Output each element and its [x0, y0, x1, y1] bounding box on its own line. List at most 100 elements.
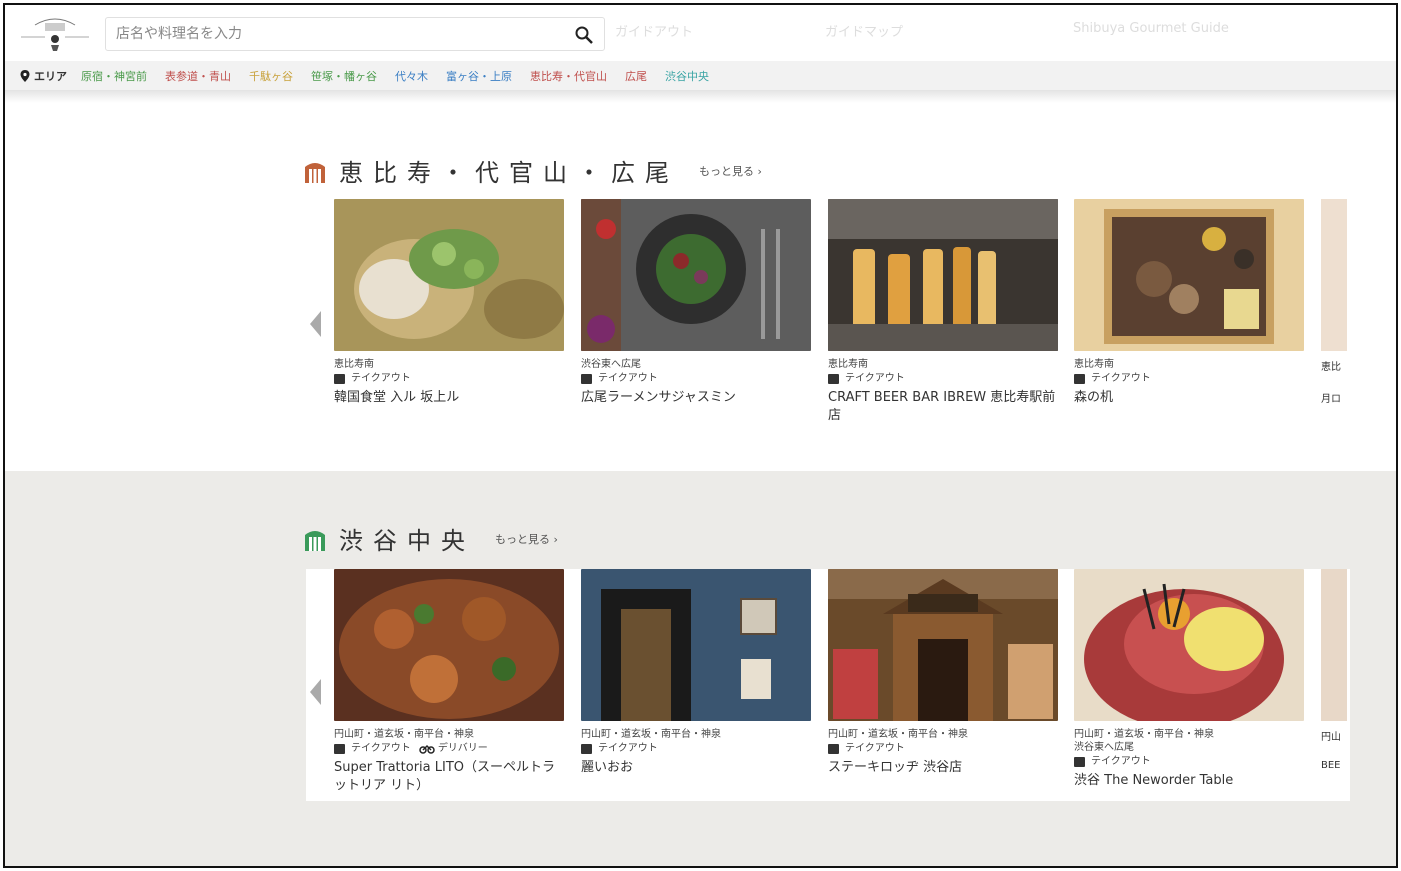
food-photo: [828, 569, 1058, 721]
site-logo[interactable]: [15, 11, 95, 53]
see-more-link[interactable]: もっと見る ›: [699, 163, 762, 179]
restaurant-card[interactable]: 恵比寿南 テイクアウト 森の机: [1074, 199, 1304, 407]
restaurant-card[interactable]: 円山町・道玄坂・南平台・神泉 テイクアウト デリバリー Super Tratto…: [334, 569, 564, 795]
restaurant-name: 月ロ: [1321, 394, 1341, 405]
takeout-tag: テイクアウト: [581, 371, 811, 386]
takeout-tag: テイクアウト: [1074, 754, 1304, 769]
food-photo: [1074, 569, 1304, 721]
restaurant-card[interactable]: 円山町・道玄坂・南平台・神泉 テイクアウト 麗いおお: [581, 569, 811, 777]
food-photo: [334, 199, 564, 351]
faded-nav-3: Shibuya Gourmet Guide: [1073, 21, 1229, 36]
takeout-label: テイクアウト: [1091, 756, 1151, 767]
bag-icon: [1074, 756, 1085, 767]
area-text: 円山町・道玄坂・南平台・神泉: [581, 729, 721, 740]
location-pin-icon: [20, 69, 30, 82]
area-text-secondary: 渋谷東へ広尾: [1074, 742, 1134, 753]
restaurant-name: 韓国食堂 入ル 坂上ル: [334, 390, 460, 405]
area-text: 円山: [1321, 732, 1341, 743]
area-text: 恵比寿南: [334, 359, 374, 370]
restaurant-card-partial[interactable]: 恵比 月ロ: [1321, 199, 1347, 405]
takeout-label: テイクアウト: [845, 743, 905, 754]
takeout-tag: テイクアウト: [828, 741, 1058, 756]
area-building-icon: [305, 530, 325, 551]
takeout-tag: テイクアウト: [1074, 371, 1304, 386]
restaurant-card[interactable]: 円山町・道玄坂・南平台・神泉 テイクアウト ステーキロッヂ 渋谷店: [828, 569, 1058, 777]
area-link-yoyogi[interactable]: 代々木: [395, 68, 428, 84]
area-text: 円山町・道玄坂・南平台・神泉: [828, 729, 968, 740]
area-text: 円山町・道玄坂・南平台・神泉: [334, 729, 474, 740]
restaurant-name: CRAFT BEER BAR IBREW 恵比寿駅前店: [828, 390, 1056, 423]
area-link-hiroo[interactable]: 広尾: [625, 68, 647, 84]
area-text: 恵比寿南: [1074, 359, 1114, 370]
area-link-harajuku[interactable]: 原宿・神宮前: [81, 68, 147, 84]
see-more-link[interactable]: もっと見る ›: [495, 531, 558, 547]
takeout-label: テイクアウト: [351, 373, 411, 384]
search-icon[interactable]: [574, 25, 594, 45]
carousel-prev-icon[interactable]: [307, 307, 325, 341]
section-title: 恵比寿・代官山・広尾: [339, 159, 679, 187]
area-link-ebisu[interactable]: 恵比寿・代官山: [530, 68, 607, 84]
food-photo: [334, 569, 564, 721]
section-title: 渋谷中央: [339, 527, 475, 555]
section-title-row: 恵比寿・代官山・広尾 もっと見る ›: [303, 153, 762, 188]
takeout-tag: テイクアウト: [828, 371, 1058, 386]
area-text: 恵比: [1321, 362, 1341, 373]
section-title-row: 渋谷中央 もっと見る ›: [303, 521, 558, 556]
area-link-sendagaya[interactable]: 千駄ヶ谷: [249, 68, 293, 84]
bag-icon: [334, 373, 345, 384]
restaurant-name: 森の机: [1074, 390, 1114, 405]
browser-frame: ガイドアウト ガイドマップ Shibuya Gourmet Guide エリア …: [3, 3, 1398, 868]
takeout-label: テイクアウト: [1091, 373, 1151, 384]
faded-nav-1: ガイドアウト: [615, 25, 694, 40]
carousel-prev-icon[interactable]: [307, 675, 325, 709]
area-link-omotesando[interactable]: 表参道・青山: [165, 68, 231, 84]
takeout-tag: テイクアウト: [334, 371, 564, 386]
area-text: 円山町・道玄坂・南平台・神泉: [1074, 729, 1214, 740]
restaurant-name: BEE: [1321, 760, 1341, 771]
takeout-tag: テイクアウト: [581, 741, 811, 756]
food-photo: [581, 199, 811, 351]
takeout-label: テイクアウト: [598, 373, 658, 384]
section-shibuya: 渋谷中央 もっと見る › 円山町・道玄坂・南平台・神泉 テイクアウト デリバリー…: [5, 471, 1396, 866]
restaurant-name: 渋谷 The Neworder Table: [1074, 773, 1234, 788]
bag-icon: [828, 373, 839, 384]
area-link-tomigaya[interactable]: 富ヶ谷・上原: [446, 68, 512, 84]
header-shadow: [5, 91, 1396, 103]
bag-icon: [581, 373, 592, 384]
food-photo: [1321, 569, 1347, 721]
restaurant-name: ステーキロッヂ 渋谷店: [828, 760, 963, 775]
section-ebisu: 恵比寿・代官山・広尾 もっと見る › 恵比寿南 テイクアウト 韓国食堂 入ル 坂…: [5, 103, 1396, 471]
restaurant-card[interactable]: 恵比寿南 テイクアウト 韓国食堂 入ル 坂上ル: [334, 199, 564, 407]
faded-nav-2: ガイドマップ: [825, 25, 904, 40]
restaurant-name: 麗いおお: [581, 760, 634, 775]
search-box: [105, 17, 605, 51]
area-link-shibuya[interactable]: 渋谷中央: [665, 68, 709, 84]
food-photo: [1321, 199, 1347, 351]
area-text: 渋谷東へ広尾: [581, 359, 641, 370]
site-header: ガイドアウト ガイドマップ Shibuya Gourmet Guide: [5, 5, 1396, 61]
bag-icon: [828, 743, 839, 754]
restaurant-card[interactable]: 恵比寿南 テイクアウト CRAFT BEER BAR IBREW 恵比寿駅前店: [828, 199, 1058, 425]
area-building-icon: [305, 162, 325, 183]
area-nav: エリア 原宿・神宮前 表参道・青山 千駄ヶ谷 笹塚・幡ヶ谷 代々木 富ヶ谷・上原…: [5, 61, 1396, 91]
search-input[interactable]: [106, 18, 556, 50]
restaurant-card-partial[interactable]: 円山 BEE: [1321, 569, 1347, 771]
area-text: 恵比寿南: [828, 359, 868, 370]
restaurant-card[interactable]: 渋谷東へ広尾 テイクアウト 広尾ラーメンサジャスミン: [581, 199, 811, 407]
bag-icon: [334, 743, 345, 754]
delivery-label: デリバリー: [437, 743, 488, 754]
food-photo: [1074, 199, 1304, 351]
bag-icon: [581, 743, 592, 754]
area-link-sasazuka[interactable]: 笹塚・幡ヶ谷: [311, 68, 377, 84]
takeout-label: テイクアウト: [598, 743, 658, 754]
food-photo: [581, 569, 811, 721]
restaurant-name: Super Trattoria LITO（スーペルトラットリア リト）: [334, 760, 556, 793]
restaurant-name: 広尾ラーメンサジャスミン: [581, 390, 736, 405]
area-label: エリア: [34, 69, 67, 83]
takeout-tag: テイクアウト デリバリー: [334, 741, 564, 756]
takeout-label: テイクアウト: [845, 373, 905, 384]
restaurant-card[interactable]: 円山町・道玄坂・南平台・神泉 渋谷東へ広尾 テイクアウト 渋谷 The Newo…: [1074, 569, 1304, 790]
takeout-label: テイクアウト: [351, 743, 411, 754]
food-photo: [828, 199, 1058, 351]
bicycle-icon: [419, 744, 435, 754]
